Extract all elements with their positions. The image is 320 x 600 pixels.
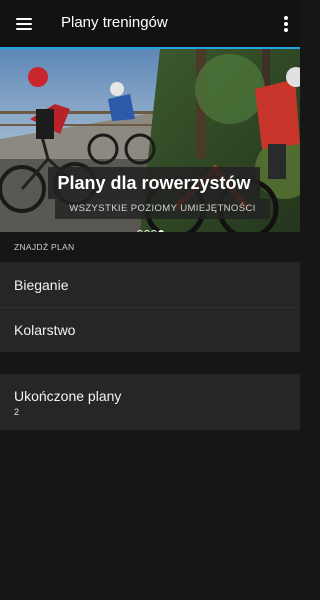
list-item-running[interactable]: Bieganie: [0, 262, 300, 307]
hero-title: Plany dla rowerzystów: [57, 173, 251, 193]
completed-plans-label: Ukończone plany: [14, 388, 122, 404]
carousel-indicator: [137, 221, 165, 236]
list-item-cycling[interactable]: Kolarstwo: [0, 307, 300, 352]
more-vert-icon[interactable]: [278, 12, 294, 36]
hero-subtitle: WSZYSTKIE POZIOMY UMIEJĘTNOŚCI: [69, 203, 256, 214]
app-bar: Plany treningów: [0, 0, 300, 48]
hero-title-banner: Plany dla rowerzystów: [48, 167, 260, 199]
hero-carousel[interactable]: Plany dla rowerzystów WSZYSTKIE POZIOMY …: [0, 49, 300, 232]
find-plan-list: Bieganie Kolarstwo: [0, 262, 300, 352]
page-title: Plany treningów: [61, 14, 168, 31]
hero-subtitle-banner: WSZYSTKIE POZIOMY UMIEJĘTNOŚCI: [55, 199, 270, 219]
hamburger-menu-icon[interactable]: [10, 10, 38, 38]
list-item-label: Bieganie: [14, 277, 69, 293]
list-item-completed-plans[interactable]: Ukończone plany 2: [0, 374, 300, 430]
section-header-label: ZNAJDŹ PLAN: [14, 242, 75, 252]
completed-plans-section: Ukończone plany 2: [0, 374, 300, 430]
completed-plans-count: 2: [14, 407, 20, 417]
list-item-label: Kolarstwo: [14, 322, 76, 338]
find-plan-header: ZNAJDŹ PLAN: [0, 232, 300, 262]
